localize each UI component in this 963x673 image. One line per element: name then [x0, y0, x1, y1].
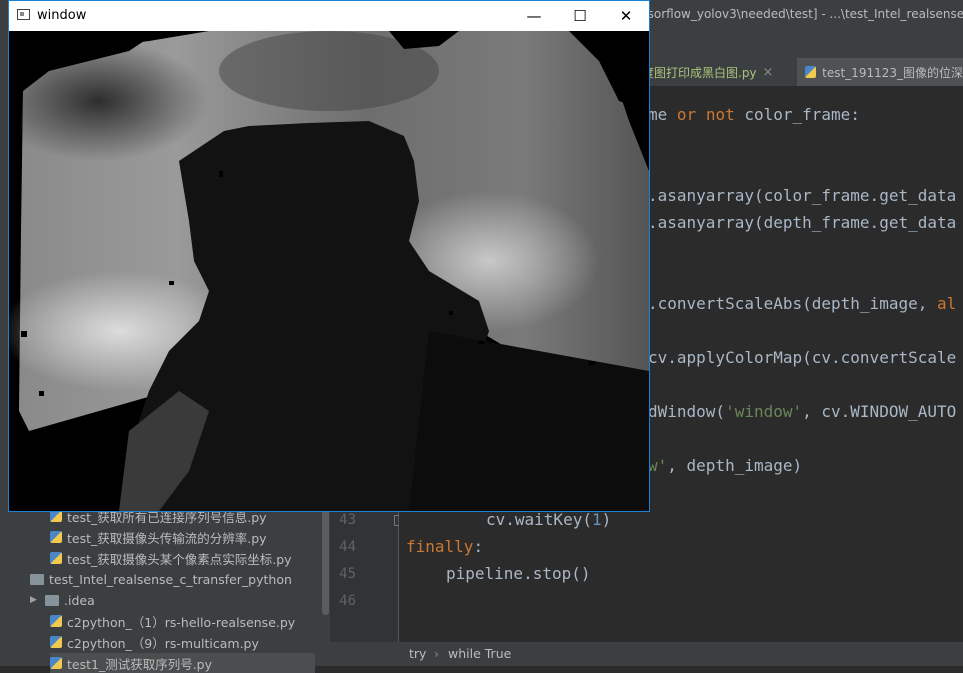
tree-item-file[interactable]: c2python_（1）rs-hello-realsense.py	[50, 611, 295, 631]
code-line: dWindow('window', cv.WINDOW_AUTO	[648, 402, 957, 421]
code-line: cv.waitKey(1)	[486, 510, 612, 529]
code-line: w', depth_image)	[648, 456, 803, 475]
line-number: 44	[339, 539, 356, 555]
breadcrumb-separator: ›	[434, 646, 439, 661]
code-line: finally:	[406, 537, 484, 556]
tree-item-label: test1_测试获取序列号.py	[67, 656, 213, 672]
tree-item-file[interactable]: test1_测试获取序列号.py	[50, 653, 315, 673]
window-title: window	[37, 8, 87, 23]
line-number: 46	[339, 593, 356, 609]
opencv-window-titlebar[interactable]: window — ☐ ✕	[9, 1, 649, 31]
tree-item-label: c2python_（1）rs-hello-realsense.py	[67, 614, 296, 630]
tree-item-folder[interactable]: test_Intel_realsense_c_transfer_python	[30, 569, 292, 589]
code-line: .asanyarray(color_frame.get_data	[648, 186, 957, 205]
python-file-icon	[50, 657, 62, 669]
tree-item-label: .idea	[64, 592, 95, 608]
code-line: me or not color_frame:	[648, 105, 860, 124]
maximize-button[interactable]: ☐	[557, 1, 603, 31]
tree-item-label: c2python_（9）rs-multicam.py	[67, 635, 259, 651]
tab-label: test_191123_图像的位深度	[822, 65, 963, 80]
tree-item-file[interactable]: test_获取摄像头传输流的分辨率.py	[50, 527, 267, 547]
tree-item-label: test_获取摄像头传输流的分辨率.py	[67, 530, 267, 546]
tree-item-file[interactable]: test_获取摄像头某个像素点实际坐标.py	[50, 548, 292, 568]
line-number: 45	[339, 566, 356, 582]
expand-arrow-icon[interactable]: ▶	[30, 595, 40, 605]
breadcrumb-item-try[interactable]: try	[409, 646, 426, 661]
code-line: .convertScaleAbs(depth_image, al	[648, 294, 957, 313]
code-line: cv.applyColorMap(cv.convertScale	[648, 348, 957, 367]
project-scrollbar[interactable]	[322, 505, 329, 615]
tab-191123-bit-depth[interactable]: test_191123_图像的位深度	[797, 58, 963, 86]
breadcrumb: try › while True	[330, 642, 963, 666]
tree-item-folder[interactable]: ▶ .idea	[30, 590, 95, 610]
depth-image	[9, 31, 649, 511]
python-file-icon	[50, 531, 62, 543]
folder-icon	[45, 594, 59, 606]
python-file-icon	[805, 66, 817, 78]
depth-image-render	[9, 31, 649, 511]
opencv-window[interactable]: window — ☐ ✕	[8, 0, 650, 512]
folder-icon	[30, 573, 44, 585]
line-number: 43	[339, 512, 356, 528]
close-icon[interactable]: ×	[763, 65, 774, 80]
python-file-icon	[50, 615, 62, 627]
tree-item-label: test_Intel_realsense_c_transfer_python	[49, 571, 292, 587]
minimize-button[interactable]: —	[511, 1, 557, 31]
python-file-icon	[50, 636, 62, 648]
tab-depth-bw[interactable]: 深度图打印成黑白图.py ×	[630, 58, 796, 86]
ide-title-text: nsorflow_yolov3\needed\test] - ...\test_…	[640, 7, 963, 21]
python-file-icon	[50, 552, 62, 564]
breadcrumb-item-while-true[interactable]: while True	[448, 646, 511, 661]
code-line: pipeline.stop()	[446, 564, 591, 583]
window-app-icon	[17, 9, 30, 20]
tree-item-label: test_获取摄像头某个像素点实际坐标.py	[67, 551, 292, 567]
tree-item-file[interactable]: c2python_（9）rs-multicam.py	[50, 632, 259, 652]
code-line: .asanyarray(depth_frame.get_data	[648, 213, 957, 232]
close-button[interactable]: ✕	[603, 1, 649, 31]
